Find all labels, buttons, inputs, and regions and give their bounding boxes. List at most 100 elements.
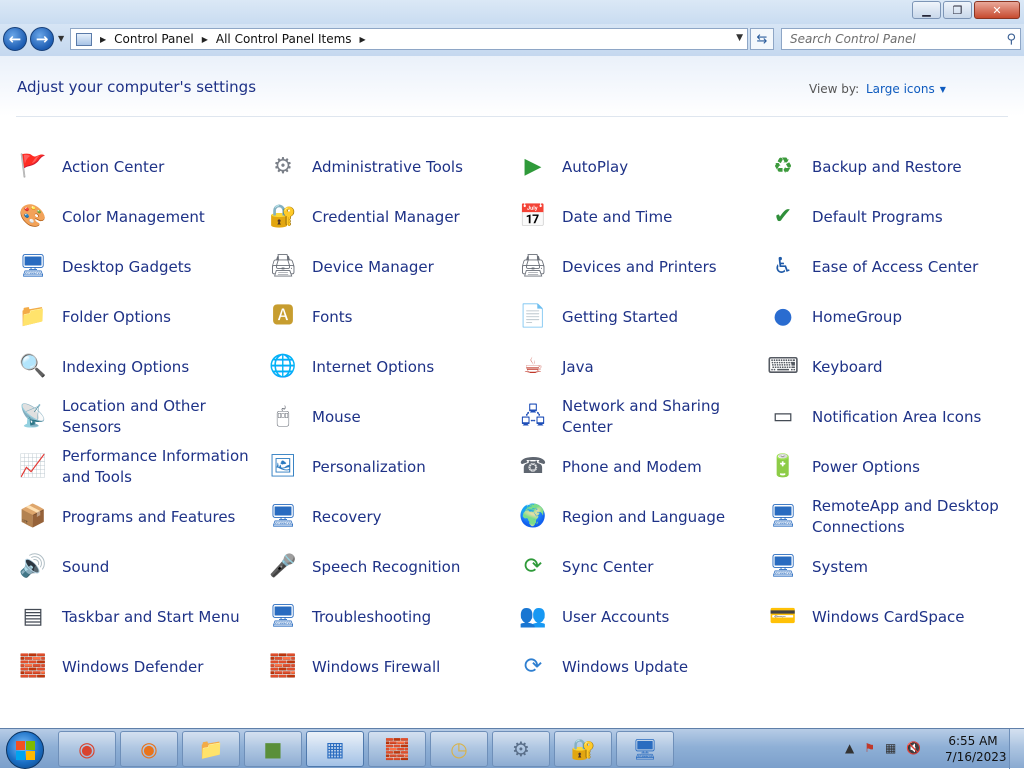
keyboard-icon: ⌨	[767, 354, 799, 379]
back-arrow-icon: ←	[8, 30, 22, 48]
refresh-button[interactable]: ⇆	[750, 28, 774, 50]
volume-muted-icon[interactable]: 🔇	[906, 741, 921, 755]
forward-button[interactable]: →	[30, 27, 54, 51]
search-placeholder: Search Control Panel	[790, 32, 916, 46]
region-and-language-icon: 🌍	[519, 504, 547, 529]
recovery-icon: 🖥	[269, 504, 297, 529]
search-icon[interactable]: ⚲	[1006, 30, 1016, 50]
control-panel-icon	[76, 32, 92, 46]
item-windows-update[interactable]: ⟳ Windows Update	[516, 642, 766, 692]
taskbar-control-panel-button[interactable]: ▦	[306, 731, 364, 767]
breadcrumb-chevron-icon[interactable]: ▶	[202, 35, 208, 44]
taskbar-chrome-button[interactable]: ◉	[58, 731, 116, 767]
breadcrumb-chevron-icon[interactable]: ▶	[360, 35, 366, 44]
item-programs-and-features[interactable]: 📦 Programs and Features	[16, 492, 266, 542]
item-backup-and-restore[interactable]: ♻ Backup and Restore	[766, 142, 1016, 192]
item-label: Region and Language	[562, 507, 726, 526]
view-by-dropdown[interactable]: Large icons ▼	[866, 82, 946, 96]
item-speech-recognition[interactable]: 🎤 Speech Recognition	[266, 542, 516, 592]
item-windows-defender[interactable]: 🧱 Windows Defender	[16, 642, 266, 692]
item-region-and-language[interactable]: 🌍 Region and Language	[516, 492, 766, 542]
item-label: Credential Manager	[312, 207, 460, 226]
item-system[interactable]: 🖥 System	[766, 542, 1016, 592]
taskbar-minecraft-button[interactable]: ■	[244, 731, 302, 767]
item-recovery[interactable]: 🖥 Recovery	[266, 492, 516, 542]
item-autoplay[interactable]: ▶ AutoPlay	[516, 142, 766, 192]
network-icon[interactable]: ▦	[885, 741, 896, 755]
back-button[interactable]: ←	[3, 27, 27, 51]
breadcrumb-all-items[interactable]: All Control Panel Items	[216, 32, 352, 46]
item-default-programs[interactable]: ✔ Default Programs	[766, 192, 1016, 242]
taskbar-credential-manager-button[interactable]: 🔐	[554, 731, 612, 767]
item-credential-manager[interactable]: 🔐 Credential Manager	[266, 192, 516, 242]
breadcrumb-control-panel[interactable]: Control Panel	[114, 32, 194, 46]
window-titlebar[interactable]: ▁ ❐ ✕	[0, 0, 1024, 24]
item-java[interactable]: ☕ Java	[516, 342, 766, 392]
item-folder-options[interactable]: 📁 Folder Options	[16, 292, 266, 342]
item-location-and-other-sensors[interactable]: 📡 Location and Other Sensors	[16, 392, 266, 442]
show-hidden-icons-icon[interactable]: ▲	[845, 741, 854, 755]
search-input[interactable]: Search Control Panel ⚲	[781, 28, 1021, 50]
item-label: Location and Other Sensors	[62, 397, 206, 436]
taskbar-clock-button[interactable]: ◷	[430, 731, 488, 767]
item-troubleshooting[interactable]: 🖥 Troubleshooting	[266, 592, 516, 642]
item-homegroup[interactable]: ● HomeGroup	[766, 292, 1016, 342]
item-performance-information-and-tools[interactable]: 📈 Performance Information and Tools	[16, 442, 266, 492]
item-desktop-gadgets[interactable]: 🖥 Desktop Gadgets	[16, 242, 266, 292]
item-device-manager[interactable]: 🖨 Device Manager	[266, 242, 516, 292]
item-color-management[interactable]: 🎨 Color Management	[16, 192, 266, 242]
item-ease-of-access-center[interactable]: ♿ Ease of Access Center	[766, 242, 1016, 292]
divider	[16, 116, 1008, 117]
taskbar-remote-desktop-button[interactable]: 🖥	[616, 731, 674, 767]
restore-button[interactable]: ❐	[943, 1, 972, 19]
show-desktop-button[interactable]	[1009, 729, 1024, 769]
item-windows-firewall[interactable]: 🧱 Windows Firewall	[266, 642, 516, 692]
item-windows-cardspace[interactable]: 💳 Windows CardSpace	[766, 592, 1016, 642]
start-button[interactable]	[6, 731, 44, 769]
item-getting-started[interactable]: 📄 Getting Started	[516, 292, 766, 342]
item-label: Administrative Tools	[312, 157, 463, 176]
item-label: Fonts	[312, 307, 353, 326]
item-indexing-options[interactable]: 🔍 Indexing Options	[16, 342, 266, 392]
taskbar-windows-firewall-button[interactable]: 🧱	[368, 731, 426, 767]
address-dropdown-icon[interactable]: ▼	[736, 33, 743, 43]
item-label: Performance Information and Tools	[62, 447, 249, 486]
item-administrative-tools[interactable]: ⚙ Administrative Tools	[266, 142, 516, 192]
item-fonts[interactable]: 🅰 Fonts	[266, 292, 516, 342]
recent-pages-dropdown[interactable]: ▼	[58, 34, 64, 43]
item-notification-area-icons[interactable]: ▭ Notification Area Icons	[766, 392, 1016, 442]
item-network-and-sharing-center[interactable]: 🖧 Network and Sharing Center	[516, 392, 766, 442]
action-center-icon[interactable]: ⚑	[864, 741, 875, 755]
item-power-options[interactable]: 🔋 Power Options	[766, 442, 1016, 492]
minimize-button[interactable]: ▁	[912, 1, 941, 19]
address-bar[interactable]: ▶ Control Panel ▶ All Control Panel Item…	[70, 28, 748, 50]
item-date-and-time[interactable]: 📅 Date and Time	[516, 192, 766, 242]
item-sound[interactable]: 🔊 Sound	[16, 542, 266, 592]
breadcrumb-chevron-icon[interactable]: ▶	[100, 35, 106, 44]
item-label: Phone and Modem	[562, 457, 702, 476]
windows-start-icon	[25, 740, 35, 750]
devices-and-printers-icon: 🖨	[519, 254, 547, 279]
indexing-options-icon: 🔍	[19, 354, 47, 379]
control-panel-content: Adjust your computer's settings View by:…	[0, 56, 1024, 728]
item-keyboard[interactable]: ⌨ Keyboard	[766, 342, 1016, 392]
taskbar-firefox-button[interactable]: ◉	[120, 731, 178, 767]
item-taskbar-and-start-menu[interactable]: ▤ Taskbar and Start Menu	[16, 592, 266, 642]
item-internet-options[interactable]: 🌐 Internet Options	[266, 342, 516, 392]
item-personalization[interactable]: 🖼 Personalization	[266, 442, 516, 492]
minimize-icon: ▁	[922, 3, 931, 17]
item-remoteapp-and-desktop-connections[interactable]: 🖥 RemoteApp and Desktop Connections	[766, 492, 1016, 542]
item-sync-center[interactable]: ⟳ Sync Center	[516, 542, 766, 592]
close-button[interactable]: ✕	[974, 1, 1020, 19]
item-action-center[interactable]: 🚩 Action Center	[16, 142, 266, 192]
item-label: Network and Sharing Center	[562, 397, 720, 436]
taskbar-clock[interactable]: 6:55 AM 7/16/2023	[945, 733, 1007, 765]
taskbar-file-explorer-button[interactable]: 📁	[182, 731, 240, 767]
item-label: Color Management	[62, 207, 205, 226]
item-phone-and-modem[interactable]: ☎ Phone and Modem	[516, 442, 766, 492]
item-user-accounts[interactable]: 👥 User Accounts	[516, 592, 766, 642]
item-mouse[interactable]: 🖱 Mouse	[266, 392, 516, 442]
item-devices-and-printers[interactable]: 🖨 Devices and Printers	[516, 242, 766, 292]
system-icon: 🖥	[769, 554, 797, 579]
taskbar-settings-button[interactable]: ⚙	[492, 731, 550, 767]
